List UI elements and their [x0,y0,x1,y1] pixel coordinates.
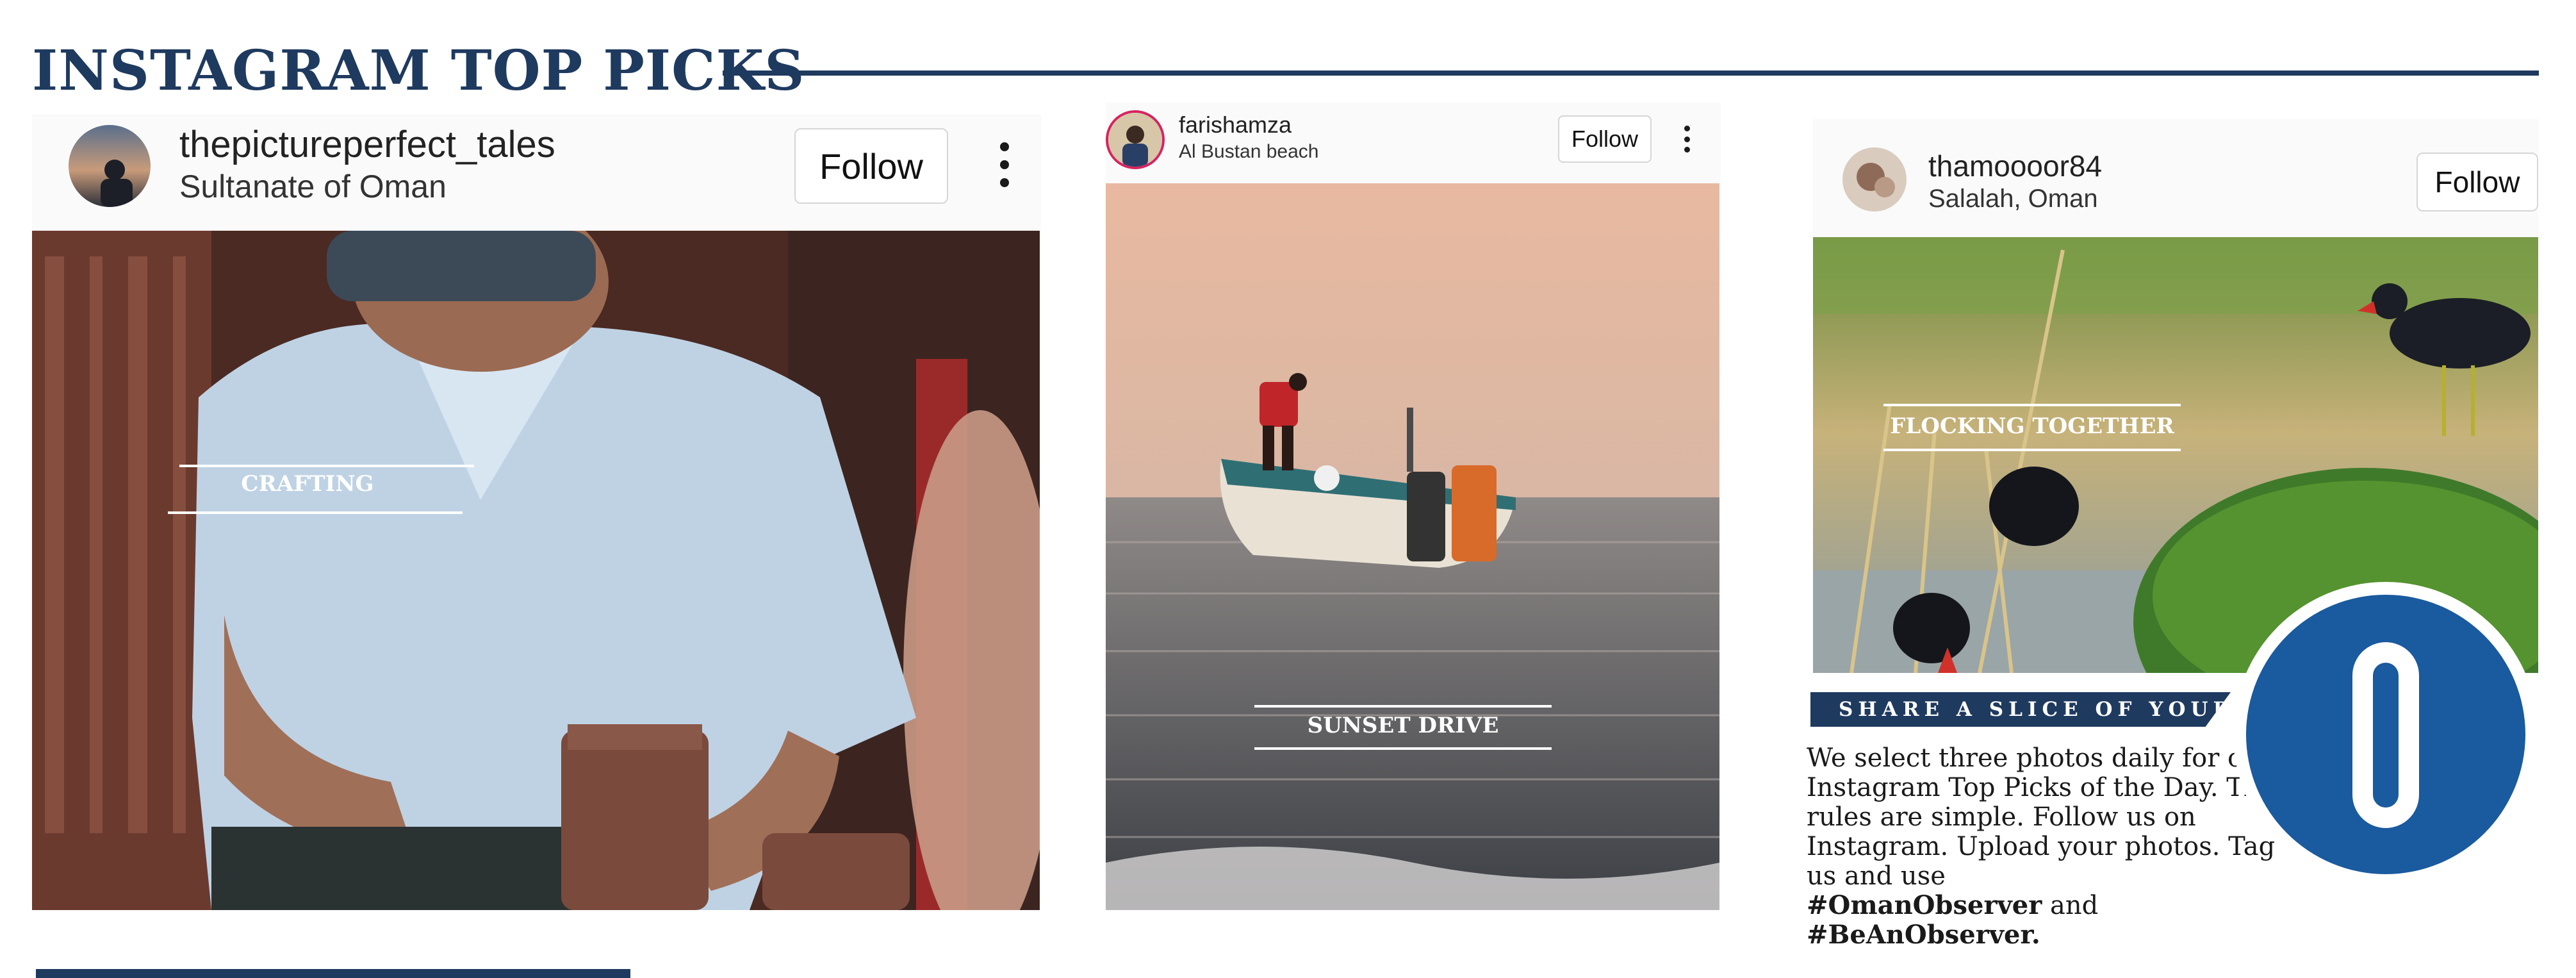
post-3-caption-line-bottom [1883,449,2181,451]
post-1-caption-line-top [179,465,474,467]
oman-observer-logo [2233,582,2538,887]
post-1-caption-line-bottom [168,511,463,514]
post-1-username[interactable]: thepictureperfect_tales [179,123,555,166]
post-3-caption-line-top [1883,404,2181,406]
hashtag-joiner: and [2050,891,2099,920]
post-2-location[interactable]: Al Bustan beach [1179,141,1318,163]
title-divider [723,70,2539,76]
post-1-caption: CRAFTING [241,471,374,497]
post-2-caption: SUNSET DRIVE [1307,713,1499,738]
post-1-location[interactable]: Sultanate of Oman [179,168,447,205]
post-3-follow-button[interactable]: Follow [2416,153,2538,211]
promo-text: We select three photos daily for our Ins… [1807,743,2276,891]
share-banner: SHARE A SLICE OF YOUR LIFE [1810,692,2231,727]
post-2-avatar[interactable] [1106,110,1165,169]
post-2-caption-line-top [1254,705,1552,708]
post-2-photo: SUNSET DRIVE [1106,183,1719,910]
post-3-location[interactable]: Salalah, Oman [1928,185,2098,213]
post-3-username[interactable]: thamoooor84 [1928,149,2102,183]
hashtag-oman-observer[interactable]: #OmanObserver [1807,890,2042,920]
post-1-more-options-icon[interactable] [997,142,1012,187]
post-2-more-options-icon[interactable] [1682,126,1691,153]
page-title: INSTAGRAM TOP PICKS [32,38,805,103]
bottom-divider [36,969,630,978]
promo-description: We select three photos daily for our Ins… [1807,743,2293,950]
post-2-caption-line-bottom [1254,747,1552,750]
post-1-follow-button[interactable]: Follow [794,128,948,204]
post-3-caption: FLOCKING TOGETHER [1890,413,2174,439]
post-3-avatar[interactable] [1842,147,1907,211]
post-2-username[interactable]: farishamza [1179,112,1292,138]
post-2-follow-button[interactable]: Follow [1558,115,1652,163]
hashtag-be-an-observer[interactable]: #BeAnObserver. [1807,920,2040,950]
post-1-photo: CRAFTING [32,231,1040,910]
post-1-avatar[interactable] [69,125,151,207]
